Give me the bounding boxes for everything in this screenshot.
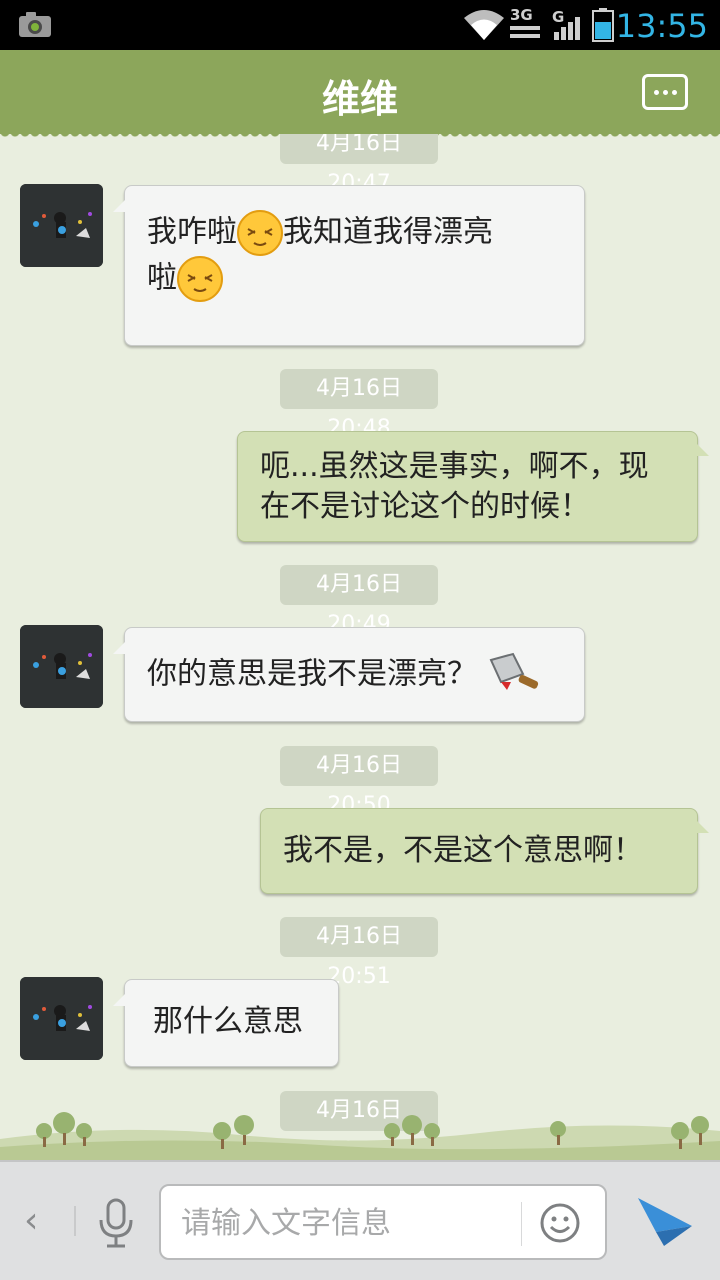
outgoing-message-bubble[interactable]: 我不是，不是这个意思啊！ — [260, 808, 709, 894]
avatar-image — [20, 625, 103, 708]
outgoing-message-bubble[interactable]: 呃...虽然这是事实，啊不，现 在不是讨论这个的时候！ — [237, 431, 709, 542]
message-text: 在不是讨论这个的时候！ — [260, 489, 590, 524]
message-text: 那什么意思 — [153, 1004, 303, 1039]
smile-sleepy-emoji-icon — [237, 210, 283, 256]
message-text: 你的意思是我不是漂亮？ — [147, 656, 477, 692]
message-text: 我咋啦 — [147, 214, 237, 250]
timestamp: 4月16日 20:48 — [280, 369, 438, 441]
cleaver-knife-emoji-icon — [489, 652, 538, 690]
network-type-label: 3G — [510, 6, 533, 24]
contact-avatar[interactable] — [20, 625, 103, 708]
divider — [74, 1206, 76, 1236]
chat-header: 维维 — [0, 50, 720, 140]
avatar-image — [20, 977, 103, 1060]
divider — [521, 1202, 522, 1246]
send-paper-plane-icon[interactable] — [636, 1196, 694, 1248]
camera-notification-icon — [19, 12, 51, 37]
message-text-input[interactable] — [181, 1200, 501, 1246]
incoming-message-bubble[interactable]: 我咋啦 我知道我得漂亮 啦 — [113, 185, 585, 346]
avatar-image — [20, 184, 103, 267]
dot-icon — [654, 90, 659, 95]
message-text: 我不是，不是这个意思啊！ — [283, 833, 643, 868]
dot-icon — [672, 90, 677, 95]
data-arrows-icon — [510, 26, 540, 38]
contact-avatar[interactable] — [20, 977, 103, 1060]
smile-sleepy-emoji-icon — [177, 256, 223, 302]
timestamp: 4月16日 20:50 — [280, 746, 438, 818]
more-options-button[interactable] — [642, 74, 688, 110]
dot-icon — [663, 90, 668, 95]
collapse-arrow-button[interactable]: ‹ — [24, 1200, 38, 1241]
message-input-bar: ‹ — [0, 1160, 720, 1280]
chat-message-list[interactable]: 4月16日 20:47 我咋啦 我知道我得漂亮 啦 4月16日 20:48 呃..… — [0, 134, 720, 1160]
contact-avatar[interactable] — [20, 184, 103, 267]
message-input-field[interactable] — [159, 1184, 607, 1260]
timestamp: 4月16日 20:49 — [280, 565, 438, 637]
wifi-icon — [464, 10, 504, 40]
microphone-icon[interactable] — [96, 1198, 136, 1250]
message-text: 我知道我得漂亮 — [283, 214, 493, 250]
timestamp: 4月16日 20:51 — [280, 917, 438, 989]
signal-bars-icon — [554, 17, 580, 40]
status-bar: 3G G 13:55 — [0, 0, 720, 50]
status-time: 13:55 — [615, 7, 708, 45]
message-text: 呃...虽然这是事实，啊不，现 — [260, 449, 649, 484]
incoming-message-bubble[interactable]: 那什么意思 — [113, 979, 339, 1067]
message-text: 啦 — [147, 260, 177, 296]
emoji-smiley-icon[interactable] — [539, 1202, 581, 1244]
landscape-decoration — [0, 1112, 720, 1165]
incoming-message-bubble[interactable]: 你的意思是我不是漂亮？ — [113, 627, 585, 722]
contact-name-title: 维维 — [321, 77, 398, 121]
battery-icon — [592, 8, 614, 42]
timestamp: 4月16日 20:47 — [280, 134, 438, 196]
